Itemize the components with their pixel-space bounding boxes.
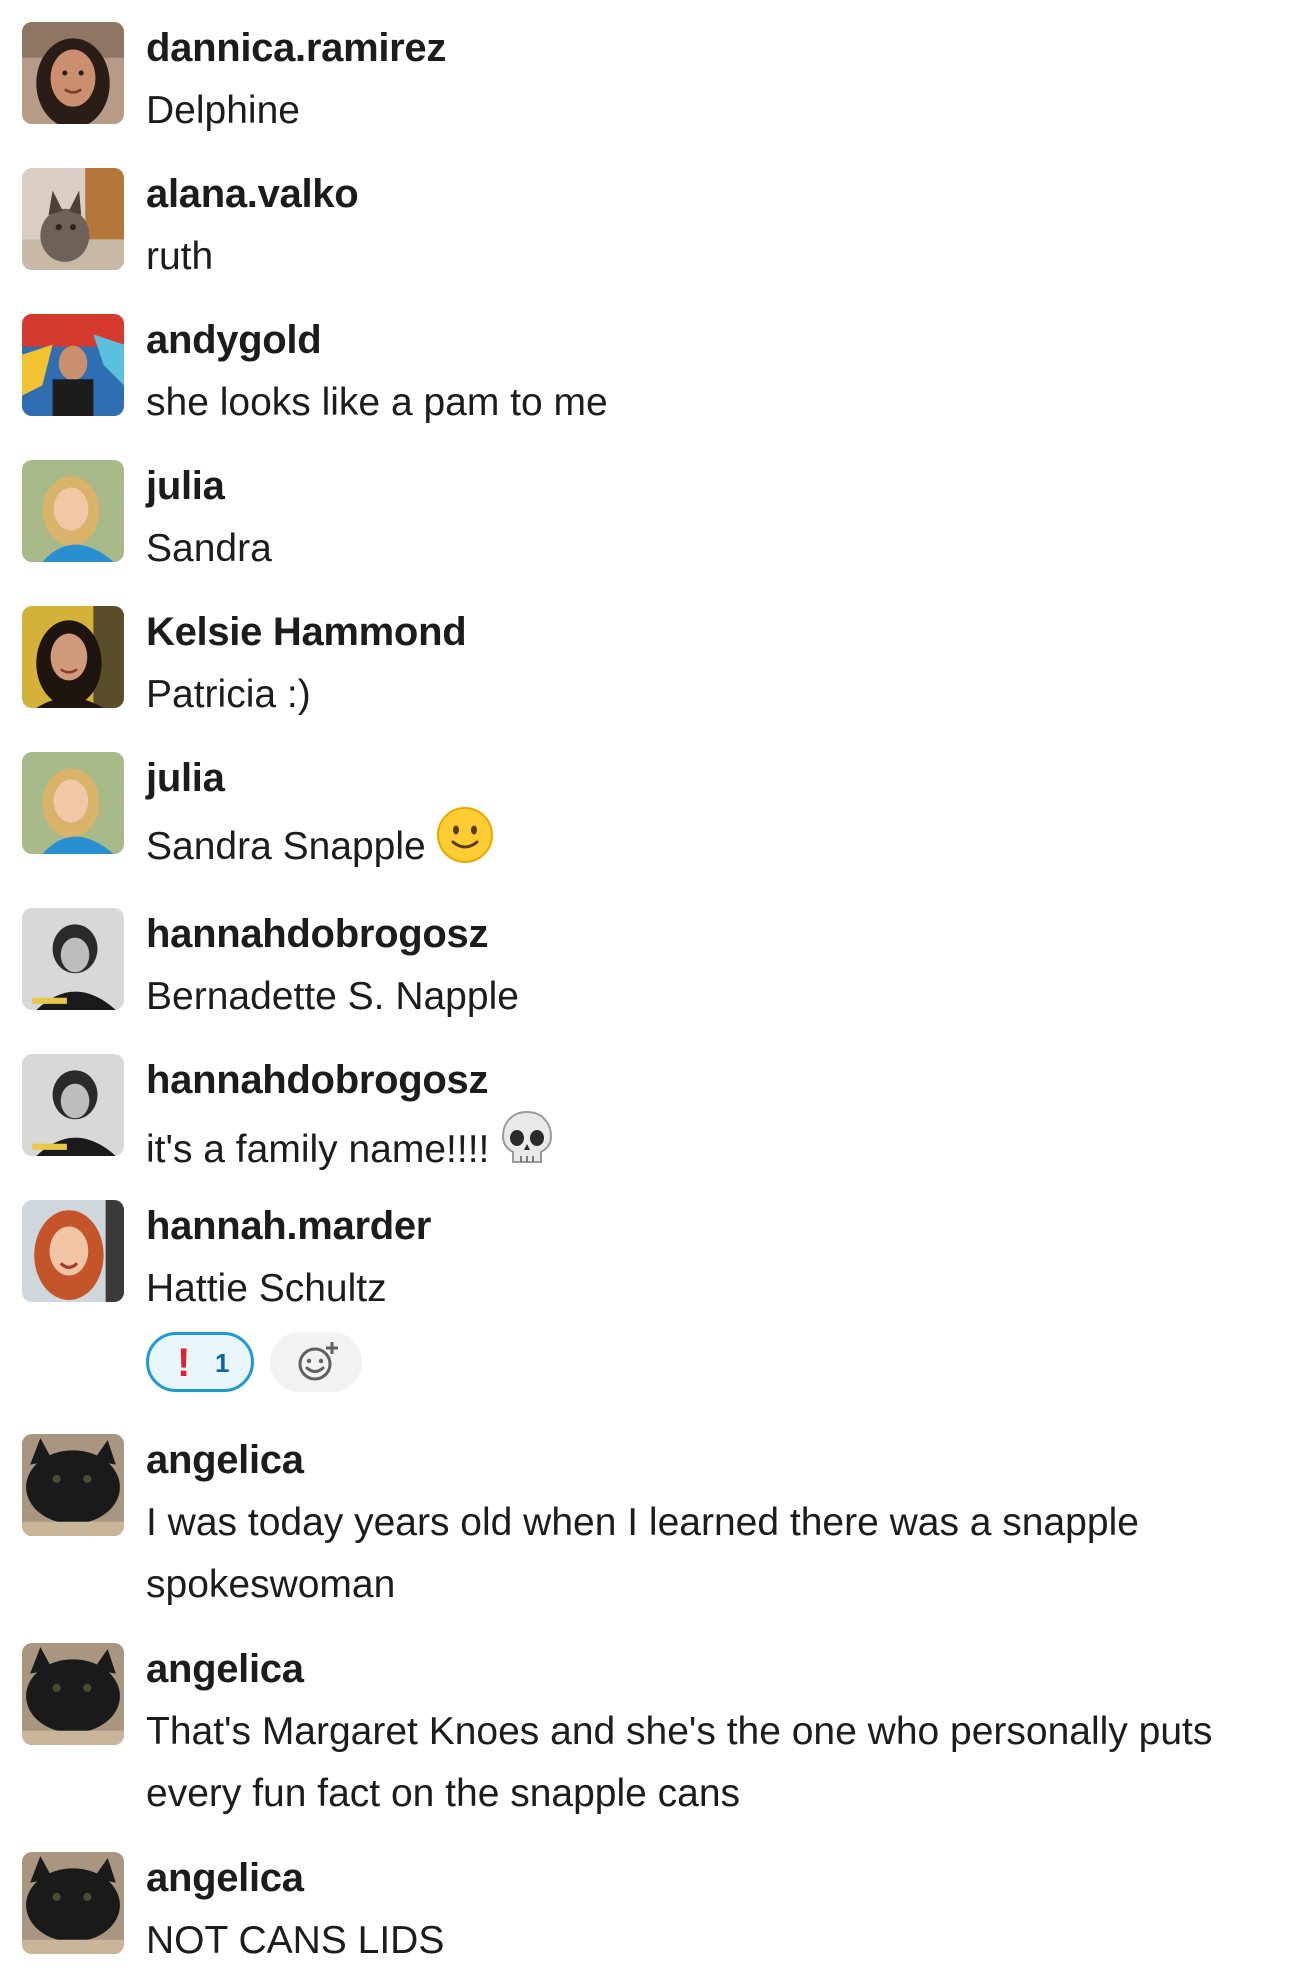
username[interactable]: julia <box>146 752 225 804</box>
username[interactable]: angelica <box>146 1643 304 1695</box>
exclamation-icon: ! <box>177 1341 191 1385</box>
avatar[interactable] <box>22 752 124 854</box>
username[interactable]: hannahdobrogosz <box>146 1054 488 1106</box>
username[interactable]: angelica <box>146 1434 304 1486</box>
message-text: That's Margaret Knoes and she's the one … <box>146 1710 1213 1815</box>
avatar[interactable] <box>22 1434 124 1536</box>
slightly-smiling-face-icon <box>436 806 494 883</box>
avatar[interactable] <box>22 606 124 708</box>
reaction-pill[interactable]: ! 1 <box>146 1332 254 1392</box>
message-text: I was today years old when I learned the… <box>146 1501 1139 1606</box>
avatar[interactable] <box>22 1200 124 1302</box>
message-text: she looks like a pam to me <box>146 381 608 424</box>
message-text: Delphine <box>146 89 300 132</box>
message-text: it's a family name!!!! <box>146 1127 490 1171</box>
username[interactable]: hannah.marder <box>146 1200 431 1252</box>
message-text: Sandra <box>146 527 272 570</box>
username[interactable]: andygold <box>146 314 322 366</box>
username[interactable]: angelica <box>146 1852 304 1904</box>
username[interactable]: alana.valko <box>146 168 359 220</box>
skull-icon <box>499 1108 555 1187</box>
username[interactable]: Kelsie Hammond <box>146 606 467 658</box>
avatar[interactable] <box>22 314 124 416</box>
message-text-row: it's a family name!!!! <box>146 1110 1296 1191</box>
message-text: ruth <box>146 235 214 278</box>
message-text: Sandra Snapple <box>146 824 426 868</box>
username[interactable]: julia <box>146 460 225 512</box>
avatar[interactable] <box>22 460 124 562</box>
message-text: Hattie Schultz <box>146 1267 387 1310</box>
avatar[interactable] <box>22 1852 124 1954</box>
avatar[interactable] <box>22 908 124 1010</box>
add-reaction-button[interactable] <box>270 1332 362 1392</box>
avatar[interactable] <box>22 1054 124 1156</box>
username[interactable]: dannica.ramirez <box>146 22 446 74</box>
username[interactable]: hannahdobrogosz <box>146 908 488 960</box>
message-feed: dannica.ramirez Delphine alana.valko rut… <box>0 0 1313 1983</box>
avatar[interactable] <box>22 22 124 124</box>
message-text-row: Sandra Snapple <box>146 807 1296 887</box>
reaction-count: 1 <box>215 1348 230 1378</box>
message-text: Bernadette S. Napple <box>146 975 519 1018</box>
message-text: Patricia :) <box>146 673 311 716</box>
avatar[interactable] <box>22 168 124 270</box>
avatar[interactable] <box>22 1643 124 1745</box>
message-text: NOT CANS LIDS <box>146 1919 445 1962</box>
